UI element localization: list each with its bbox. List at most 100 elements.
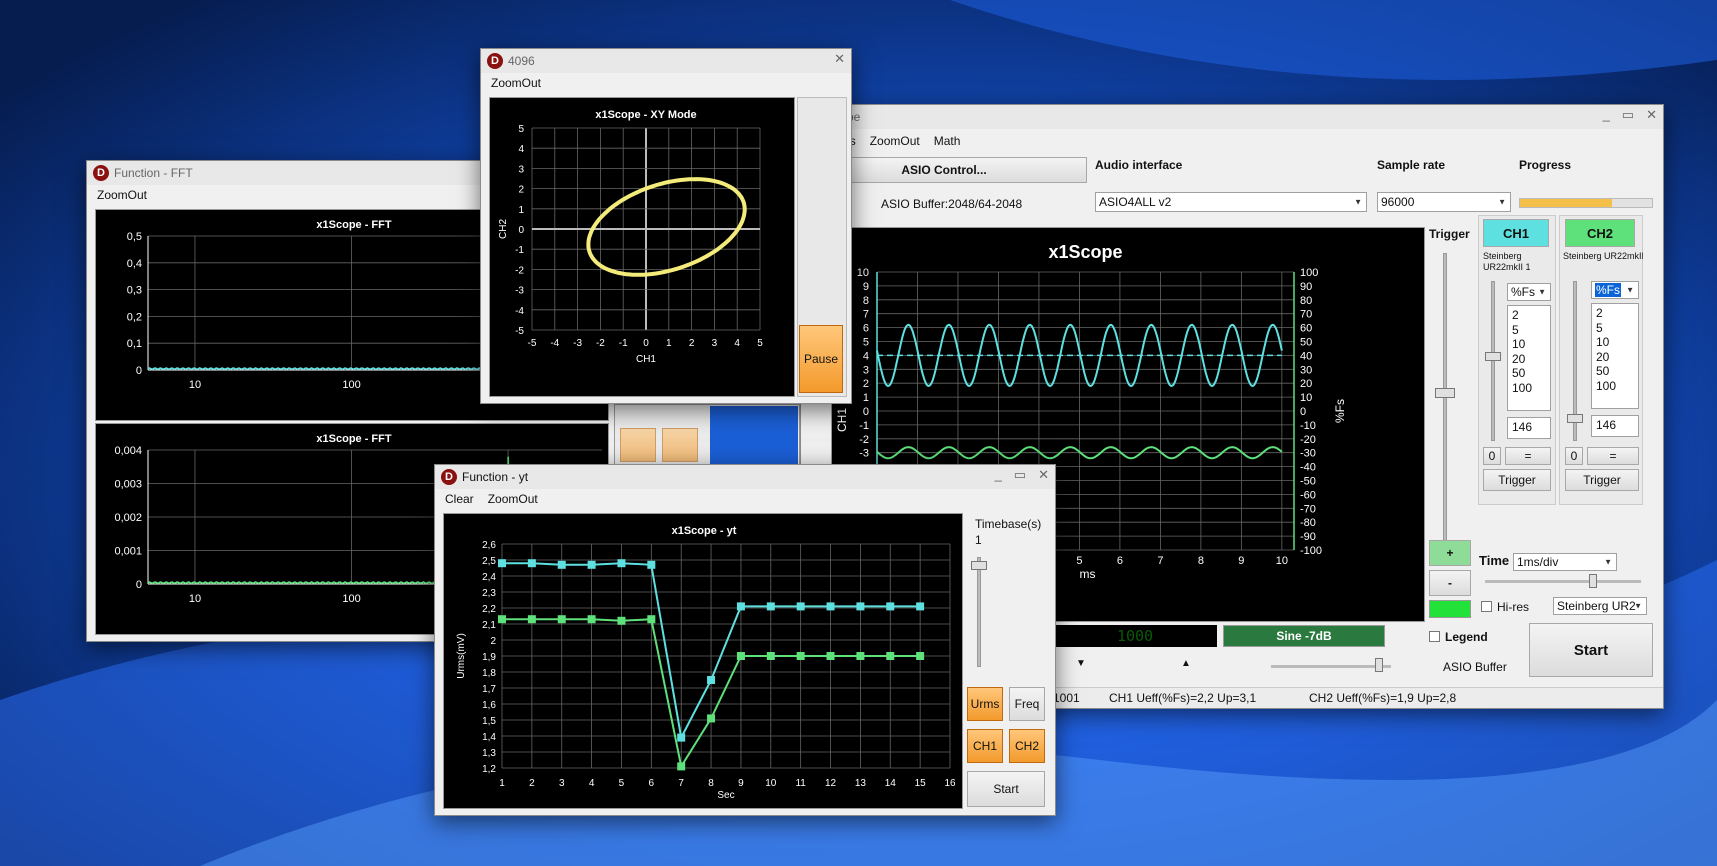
sample-rate-value: 96000 [1381, 195, 1415, 209]
pause-button[interactable]: Pause [799, 325, 843, 393]
time-slider-thumb[interactable] [1589, 574, 1597, 588]
xy-trace [586, 177, 747, 277]
y-tick-label: 1 [518, 205, 524, 216]
x-tick-label: 5 [619, 778, 625, 789]
xy-window: D 4096 ✕ ZoomOut x1Scope - XY Mode -5 -4 -3 -2… [480, 48, 852, 404]
trigger-level-slider[interactable] [1443, 253, 1447, 553]
ch1-slider-thumb[interactable] [1485, 352, 1501, 361]
list-item[interactable]: 100 [1596, 379, 1638, 394]
status-cell-3: CH2 Ueff(%Fs)=1,9 Up=2,8 [1309, 691, 1457, 705]
menu-clear[interactable]: Clear [445, 492, 474, 506]
yt-ch2-button[interactable]: CH2 [1009, 729, 1045, 763]
ch2-unit-select[interactable]: %Fs ▼ [1591, 281, 1639, 299]
y-tick-label: 2 [490, 636, 496, 647]
ch2-eq-button[interactable]: = [1587, 447, 1639, 465]
close-icon[interactable]: ✕ [834, 51, 845, 67]
ch2-range-list[interactable]: 2 5 10 20 50 100 [1591, 303, 1639, 409]
timebase-slider-thumb[interactable] [971, 561, 987, 570]
xy-titlebar[interactable]: D 4096 ✕ [481, 49, 851, 73]
ch1-trigger-button[interactable]: Trigger [1483, 469, 1551, 491]
menu-math[interactable]: Math [934, 134, 961, 148]
ch2-slider-thumb[interactable] [1567, 414, 1583, 423]
ch1-gain-slider[interactable] [1491, 281, 1495, 441]
yt-start-button[interactable]: Start [967, 771, 1045, 807]
list-item[interactable]: 5 [1596, 321, 1638, 336]
list-item[interactable]: 20 [1512, 352, 1550, 367]
y-tick-label: 1 [863, 392, 869, 404]
arrow-down-icon[interactable]: ▼ [1076, 658, 1086, 669]
list-item[interactable]: 50 [1596, 364, 1638, 379]
scope-titlebar[interactable]: pe _ ▭ ✕ [801, 105, 1663, 129]
data-point [647, 615, 656, 624]
ch1-zero-button[interactable]: 0 [1483, 447, 1501, 465]
minimize-icon[interactable]: _ [1603, 107, 1610, 123]
y-tick-label: 0 [518, 225, 524, 236]
menu-zoomout[interactable]: ZoomOut [491, 76, 541, 90]
trigger-slider-thumb[interactable] [1435, 388, 1455, 398]
list-item[interactable]: 2 [1512, 308, 1550, 323]
asio-buffer-label: ASIO Buffer [1443, 660, 1507, 674]
chart-title: x1Scope [1048, 242, 1122, 262]
progress-bar [1519, 198, 1653, 208]
hidden-orange-button-2[interactable] [662, 428, 698, 462]
x-tick-label: 0 [643, 338, 649, 349]
freq-button[interactable]: Freq [1009, 687, 1045, 721]
ch1-eq-button[interactable]: = [1505, 447, 1551, 465]
urms-button[interactable]: Urms [967, 687, 1003, 721]
timebase-slider[interactable] [977, 557, 981, 667]
y-tick-label: 0,1 [127, 338, 142, 350]
signal-slider-thumb[interactable] [1375, 658, 1383, 672]
ch1-button[interactable]: CH1 [1483, 219, 1549, 247]
signal-slider[interactable] [1271, 665, 1391, 668]
list-item[interactable]: 10 [1512, 337, 1550, 352]
time-slider[interactable] [1485, 580, 1641, 583]
minus-button[interactable]: - [1429, 570, 1471, 596]
time-select[interactable]: 1ms/div ▼ [1513, 553, 1617, 571]
list-item[interactable]: 20 [1596, 350, 1638, 365]
close-icon[interactable]: ✕ [1038, 467, 1049, 483]
xy-display: x1Scope - XY Mode -5 -4 -3 -2 -1 0 1 2 3 4 5 5 4 3 2 1 0 -… [489, 97, 795, 397]
x-tick-label: 4 [734, 338, 740, 349]
list-item[interactable]: 2 [1596, 306, 1638, 321]
fft-title: Function - FFT [114, 166, 193, 180]
data-point [617, 616, 626, 625]
ch1-value-field[interactable]: 146 [1507, 417, 1551, 439]
list-item[interactable]: 5 [1512, 323, 1550, 338]
device-select[interactable]: Steinberg UR2 ▼ [1553, 597, 1647, 615]
y-tick-label: 2 [518, 185, 524, 196]
plus-button[interactable]: + [1429, 540, 1471, 566]
start-button[interactable]: Start [1529, 623, 1653, 677]
yt-titlebar[interactable]: D Function - yt _ ▭ ✕ [435, 465, 1055, 489]
audio-interface-select[interactable]: ASIO4ALL v2 ▼ [1095, 192, 1367, 212]
hires-checkbox[interactable] [1481, 601, 1492, 612]
arrow-up-icon[interactable]: ▲ [1181, 658, 1191, 669]
y2-tick-label: 10 [1300, 392, 1312, 404]
close-icon[interactable]: ✕ [1646, 107, 1657, 123]
y-tick-label: 1,4 [482, 732, 496, 743]
ch1-unit-select[interactable]: %Fs ▼ [1507, 283, 1551, 301]
ch2-zero-button[interactable]: 0 [1565, 447, 1583, 465]
ch2-button[interactable]: CH2 [1565, 219, 1635, 247]
menu-zoomout[interactable]: ZoomOut [97, 188, 147, 202]
chart-title: x1Scope - FFT [316, 433, 391, 445]
list-item[interactable]: 100 [1512, 381, 1550, 396]
yt-ch1-button[interactable]: CH1 [967, 729, 1003, 763]
sample-rate-select[interactable]: 96000 ▼ [1377, 192, 1511, 212]
y2-tick-label: 60 [1300, 323, 1312, 335]
minimize-icon[interactable]: _ [995, 467, 1002, 483]
list-item[interactable]: 50 [1512, 366, 1550, 381]
menu-zoomout[interactable]: ZoomOut [870, 134, 920, 148]
y-tick-label: 0,4 [127, 258, 142, 270]
ch2-value-field[interactable]: 146 [1591, 415, 1639, 437]
legend-checkbox[interactable] [1429, 631, 1440, 642]
maximize-icon[interactable]: ▭ [1014, 467, 1026, 483]
status-cell-1: 1001 [1053, 691, 1080, 705]
ch1-unit-value: %Fs [1511, 285, 1535, 299]
ch2-trigger-button[interactable]: Trigger [1565, 469, 1639, 491]
ch1-range-list[interactable]: 2 5 10 20 50 100 [1507, 305, 1551, 411]
maximize-icon[interactable]: ▭ [1622, 107, 1634, 123]
list-item[interactable]: 10 [1596, 335, 1638, 350]
hidden-orange-button-1[interactable] [620, 428, 656, 462]
menu-zoomout[interactable]: ZoomOut [488, 492, 538, 506]
x-tick-label: 10 [189, 379, 201, 391]
